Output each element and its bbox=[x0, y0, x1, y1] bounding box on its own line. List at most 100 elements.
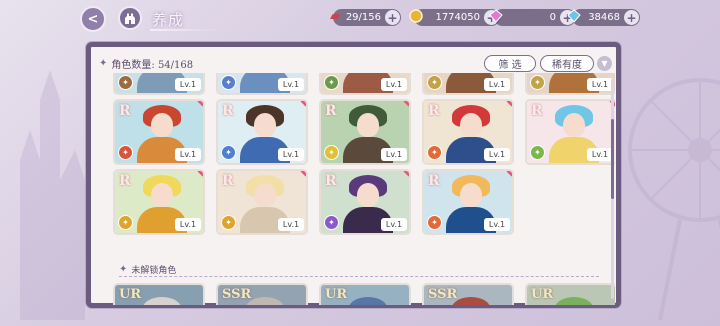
portrait-face bbox=[254, 113, 276, 137]
character-card[interactable]: ✦ Lv.1 bbox=[319, 73, 411, 95]
portrait-face bbox=[357, 183, 379, 207]
title-underline bbox=[150, 29, 220, 31]
character-card[interactable]: R ✦ Lv.1 bbox=[113, 169, 205, 235]
portrait-face bbox=[151, 113, 173, 137]
rarity-label: R bbox=[325, 103, 337, 119]
locked-character-card[interactable]: UR bbox=[525, 283, 615, 305]
gem-counter: 38468 + bbox=[567, 9, 640, 26]
locked-character-card[interactable]: SSR bbox=[216, 283, 308, 305]
portrait-face bbox=[460, 183, 482, 207]
rarity-label: R bbox=[222, 103, 234, 119]
pink-diamond-icon bbox=[486, 6, 506, 26]
sort-rarity-button[interactable]: 稀有度 bbox=[540, 55, 594, 72]
rarity-label: R bbox=[325, 173, 337, 189]
coin-icon bbox=[406, 6, 426, 26]
rarity-label: SSR bbox=[428, 287, 458, 302]
portrait-hair bbox=[555, 297, 593, 305]
rarity-label: R bbox=[222, 173, 234, 189]
rarity-label: R bbox=[119, 173, 131, 189]
level-label: Lv.1 bbox=[175, 218, 201, 231]
character-card[interactable]: ✦ Lv.1 bbox=[422, 73, 514, 95]
element-icon: ✦ bbox=[118, 145, 133, 160]
portrait-hair bbox=[246, 297, 284, 305]
portrait-face bbox=[151, 183, 173, 207]
level-label: Lv.1 bbox=[381, 78, 407, 91]
character-card[interactable]: R ✦ Lv.1 bbox=[525, 99, 615, 165]
filter-button[interactable]: 筛 选 bbox=[484, 55, 536, 72]
rarity-label: SSR bbox=[222, 287, 252, 302]
rarity-label: UR bbox=[325, 287, 348, 302]
panel-header: ✦ 角色数量: 54/168 筛 选 稀有度 ▼ bbox=[99, 53, 612, 73]
section-divider bbox=[119, 276, 599, 277]
portrait-hair bbox=[452, 297, 490, 305]
rarity-label: R bbox=[531, 103, 543, 119]
element-icon: ✦ bbox=[530, 145, 545, 160]
character-card[interactable]: R ✦ Lv.1 bbox=[216, 99, 308, 165]
character-card[interactable]: R ✦ Lv.1 bbox=[113, 99, 205, 165]
sort-order-button[interactable]: ▼ bbox=[597, 56, 612, 71]
ferris-wheel-icon bbox=[628, 78, 720, 320]
star-bullet-icon: ✦ bbox=[119, 264, 128, 275]
scrollbar-thumb[interactable] bbox=[611, 119, 614, 199]
gem-plus-button[interactable]: + bbox=[624, 10, 639, 25]
character-card[interactable]: R ✦ Lv.1 bbox=[422, 99, 514, 165]
portrait-face bbox=[460, 113, 482, 137]
element-icon: ✦ bbox=[118, 215, 133, 230]
rarity-label: R bbox=[428, 103, 440, 119]
level-label: Lv.1 bbox=[381, 148, 407, 161]
locked-character-card[interactable]: UR bbox=[113, 283, 205, 305]
character-card[interactable]: R ✦ Lv.1 bbox=[216, 169, 308, 235]
star-bullet-icon: ✦ bbox=[99, 57, 108, 69]
element-icon: ✦ bbox=[427, 145, 442, 160]
rarity-label: UR bbox=[119, 287, 142, 302]
element-icon: ✦ bbox=[118, 75, 133, 90]
castle-home-icon bbox=[125, 13, 135, 24]
level-label: Lv.1 bbox=[381, 218, 407, 231]
character-grid: ✦ Lv.1 ✦ Lv.1 ✦ Lv.1 ✦ Lv.1 ✦ Lv.1 R ✦ Lv.1 R ✦ Lv.1 R ✦ L… bbox=[99, 73, 615, 305]
level-label: Lv.1 bbox=[175, 78, 201, 91]
portrait-hair bbox=[349, 297, 387, 305]
stamina-plus-button[interactable]: + bbox=[385, 10, 400, 25]
level-label: Lv.1 bbox=[175, 148, 201, 161]
locked-section-label: 未解锁角色 bbox=[131, 266, 177, 276]
top-bar: < 养成 ▰ 29/156 + 1774050 + 0 + 38468 + bbox=[0, 0, 720, 36]
chevron-down-icon: ▼ bbox=[601, 59, 608, 68]
back-button[interactable]: < bbox=[80, 6, 106, 32]
element-icon: ✦ bbox=[530, 75, 545, 90]
rarity-label: R bbox=[119, 103, 131, 119]
level-label: Lv.1 bbox=[484, 218, 510, 231]
element-icon: ✦ bbox=[324, 215, 339, 230]
castle-silhouette-icon bbox=[20, 70, 85, 320]
stamina-counter: ▰ 29/156 + bbox=[330, 9, 401, 26]
character-card[interactable]: ✦ Lv.1 bbox=[113, 73, 205, 95]
character-card[interactable]: ✦ Lv.1 bbox=[216, 73, 308, 95]
level-label: Lv.1 bbox=[484, 78, 510, 91]
character-card[interactable]: R ✦ Lv.1 bbox=[319, 169, 411, 235]
locked-character-card[interactable]: UR bbox=[319, 283, 411, 305]
level-label: Lv.1 bbox=[278, 148, 304, 161]
element-icon: ✦ bbox=[324, 75, 339, 90]
diamond-icon bbox=[564, 6, 584, 26]
character-card[interactable]: ✦ Lv.1 bbox=[525, 73, 615, 95]
rarity-label: UR bbox=[531, 287, 554, 302]
portrait-face bbox=[357, 113, 379, 137]
element-icon: ✦ bbox=[427, 75, 442, 90]
page-title: 养成 bbox=[152, 11, 185, 29]
meat-icon: ▰ bbox=[330, 8, 340, 24]
element-icon: ✦ bbox=[221, 215, 236, 230]
character-card[interactable]: R ✦ Lv.1 bbox=[422, 169, 514, 235]
character-panel: ✦ 角色数量: 54/168 筛 选 稀有度 ▼ ✦ Lv.1 ✦ Lv.1 ✦ Lv.1… bbox=[86, 42, 621, 308]
chevron-left-icon: < bbox=[87, 11, 99, 27]
rarity-label: R bbox=[428, 173, 440, 189]
level-label: Lv.1 bbox=[278, 78, 304, 91]
locked-character-card[interactable]: SSR bbox=[422, 283, 514, 305]
home-button[interactable] bbox=[118, 6, 142, 30]
level-label: Lv.1 bbox=[484, 148, 510, 161]
character-count-label: 角色数量: 54/168 bbox=[111, 59, 194, 71]
element-icon: ✦ bbox=[221, 75, 236, 90]
element-icon: ✦ bbox=[324, 145, 339, 160]
element-icon: ✦ bbox=[221, 145, 236, 160]
level-label: Lv.1 bbox=[278, 218, 304, 231]
locked-section-header: ✦ 未解锁角色 bbox=[119, 263, 176, 276]
character-card[interactable]: R ✦ Lv.1 bbox=[319, 99, 411, 165]
